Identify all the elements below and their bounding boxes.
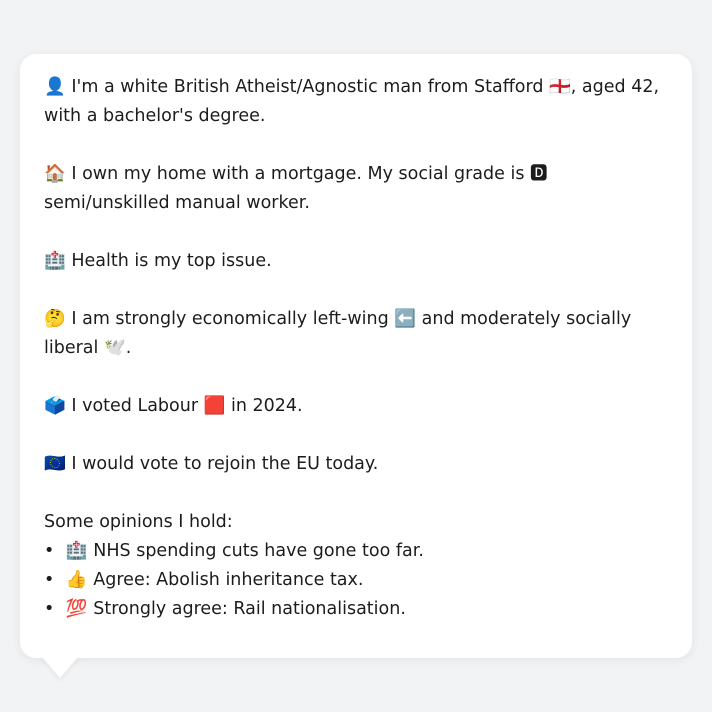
vote-text: I voted Labour 🟥 in 2024. [71,396,303,416]
ideology-text: I am strongly economically left-wing ⬅️ … [44,309,632,358]
home-line: 🏠 I own my home with a mortgage. My soci… [44,160,668,218]
ideology-line: 🤔 I am strongly economically left-wing ⬅… [44,305,668,363]
hundred-points-icon: 💯 [65,599,88,619]
thumbs-up-icon: 👍 [65,570,88,590]
identity-text: I'm a white British Atheist/Agnostic man… [44,77,660,126]
eu-line: 🇪🇺 I would vote to rejoin the EU today. [44,450,668,479]
ballot-box-icon: 🗳️ [44,396,66,416]
top-issue-line: 🏥 Health is my top issue. [44,247,668,276]
person-icon: 👤 [44,77,66,97]
thinking-face-icon: 🤔 [44,309,66,329]
opinion-text: NHS spending cuts have gone too far. [93,541,424,561]
opinion-text: Strongly agree: Rail nationalisation. [93,599,406,619]
eu-flag-icon: 🇪🇺 [44,454,66,474]
vote-line: 🗳️ I voted Labour 🟥 in 2024. [44,392,668,421]
bubble-tail [41,656,79,678]
list-item: 💯 Strongly agree: Rail nationalisation. [44,595,668,624]
list-item: 🏥 NHS spending cuts have gone too far. [44,537,668,566]
eu-text: I would vote to rejoin the EU today. [71,454,379,474]
hospital-icon: 🏥 [44,251,66,271]
house-icon: 🏠 [44,164,66,184]
hospital-icon: 🏥 [65,541,88,561]
persona-message-bubble: 👤 I'm a white British Atheist/Agnostic m… [20,54,692,658]
list-item: 👍 Agree: Abolish inheritance tax. [44,566,668,595]
opinions-list: 🏥 NHS spending cuts have gone too far. 👍… [44,537,668,624]
identity-line: 👤 I'm a white British Atheist/Agnostic m… [44,73,668,131]
opinion-text: Agree: Abolish inheritance tax. [93,570,364,590]
opinions-heading: Some opinions I hold: [44,512,233,532]
top-issue-text: Health is my top issue. [71,251,272,271]
home-text: I own my home with a mortgage. My social… [44,164,548,213]
